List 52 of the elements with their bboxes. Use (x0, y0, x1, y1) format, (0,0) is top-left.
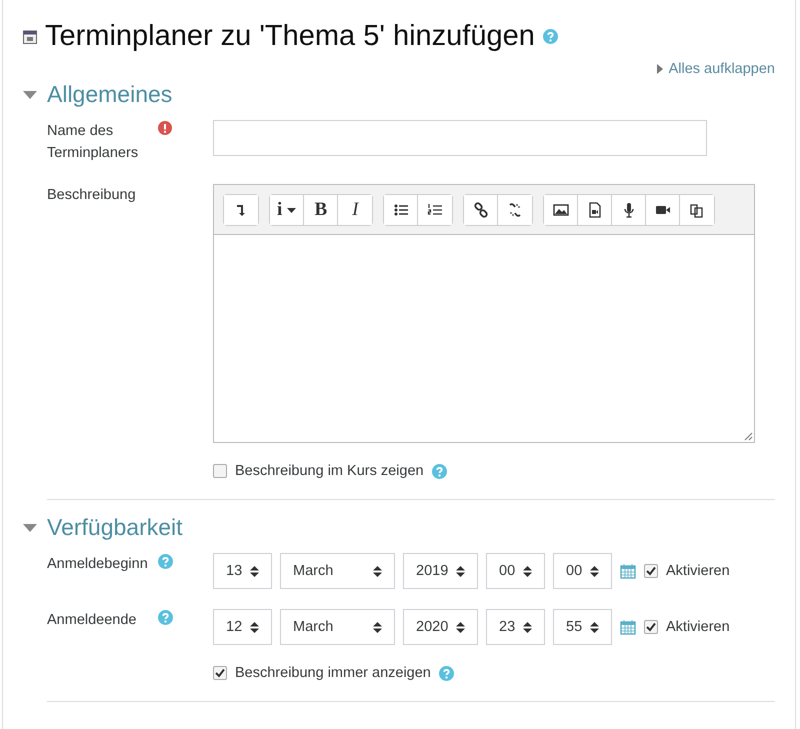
checkbox[interactable] (213, 464, 227, 478)
name-field[interactable] (213, 120, 707, 156)
paste-icon (689, 202, 706, 218)
styles-button[interactable]: i (270, 195, 304, 225)
up-down-arrows-icon (523, 622, 532, 632)
image-button[interactable] (544, 195, 578, 225)
dropdown-select[interactable]: 55 (553, 609, 612, 645)
media-icon (586, 202, 603, 218)
dropdown-select[interactable]: 00 (553, 553, 612, 589)
collapse-triangle-icon[interactable] (23, 90, 37, 98)
field-label: Name des Terminplaners (46, 122, 140, 163)
section-title[interactable]: Allgemeines (47, 81, 172, 108)
section-title[interactable]: Verfügbarkeit (47, 514, 183, 541)
dropdown-select[interactable]: 23 (486, 609, 545, 645)
resize-grip-icon (744, 432, 753, 441)
expand-triangle-icon (656, 64, 663, 74)
dropdown-select[interactable]: 2019 (403, 553, 478, 589)
checkbox[interactable] (644, 564, 658, 578)
checkbox-label: Beschreibung im Kurs zeigen (235, 463, 424, 479)
up-down-arrows-icon (456, 622, 465, 632)
dropdown-select[interactable]: March (280, 553, 395, 589)
dropdown-select[interactable]: 13 (213, 553, 272, 589)
link-button[interactable] (464, 195, 498, 225)
up-down-arrows-icon (456, 566, 465, 576)
page-title: Terminplaner zu 'Thema 5' hinzufügen (45, 20, 535, 53)
up-down-arrows-icon (590, 622, 599, 632)
checkbox-label: Aktivieren (666, 619, 730, 635)
up-down-arrows-icon (523, 566, 532, 576)
dropdown-select[interactable]: March (280, 609, 395, 645)
caret-icon (287, 208, 296, 212)
up-down-arrows-icon (250, 566, 259, 576)
expand-all-link[interactable]: Alles aufklappen (668, 61, 775, 77)
dropdown-select[interactable]: 12 (213, 609, 272, 645)
up-down-arrows-icon (250, 622, 259, 632)
dropdown-select[interactable]: 00 (486, 553, 545, 589)
checkbox-label: Aktivieren (666, 563, 730, 579)
up-down-arrows-icon (373, 622, 382, 632)
up-down-arrows-icon (373, 566, 382, 576)
unlink-icon (507, 202, 524, 218)
dropdown-select[interactable]: 2020 (403, 609, 478, 645)
checkbox[interactable] (213, 666, 227, 680)
collapse-triangle-icon[interactable] (23, 524, 37, 532)
checkbox[interactable] (644, 620, 658, 634)
field-label: Anmeldeende (46, 611, 138, 630)
bullets-button[interactable] (384, 195, 418, 225)
field-label: Anmeldebeginn (46, 555, 149, 574)
checkbox-label: Beschreibung immer anzeigen (235, 665, 431, 681)
image-icon (552, 202, 569, 218)
field-label: Beschreibung (46, 186, 137, 205)
link-icon (472, 202, 489, 218)
up-down-arrows-icon (590, 566, 599, 576)
bullets-icon (392, 202, 409, 218)
